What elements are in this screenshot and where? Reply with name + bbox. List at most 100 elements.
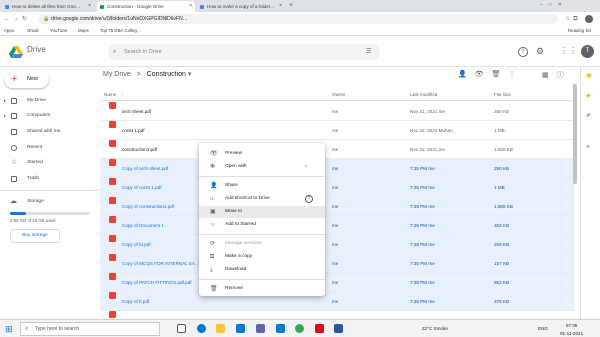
- close-tab-icon[interactable]: ×: [88, 1, 91, 12]
- file-row[interactable]: const 1.pdf me Nov 22, 2021 Mohan 1 MB: [100, 121, 574, 140]
- settings-gear-icon[interactable]: ⚙: [536, 46, 544, 57]
- nav-arrows-icon[interactable]: ←→↻: [4, 14, 30, 24]
- pdf-file-icon: [109, 178, 116, 185]
- file-row[interactable]: Copy of arch sheet.pdf me 7:35 PM me 250 KB: [100, 159, 574, 178]
- col-modified[interactable]: Last modified: [410, 89, 437, 101]
- taskbar-search-input[interactable]: ⌕ Type here to search: [20, 322, 160, 336]
- menu-item-label: Add to Starred: [225, 222, 256, 227]
- col-name[interactable]: Name: [104, 89, 116, 101]
- close-tab-icon[interactable]: ×: [189, 1, 192, 12]
- store-icon[interactable]: [236, 324, 245, 333]
- header-actions-icons[interactable]: 👤👁🗑⋮: [458, 70, 524, 78]
- weather-status[interactable]: 22°C Smoke: [422, 320, 448, 337]
- task-view-icon[interactable]: [177, 324, 186, 333]
- netflix-icon[interactable]: [315, 324, 324, 333]
- sidebar-item-shared[interactable]: Shared with me: [0, 126, 100, 138]
- browser-tab-3[interactable]: How to make a copy of a folder… ×: [197, 1, 285, 12]
- sidebar-item-computers[interactable]: ▸ Computers: [0, 110, 100, 122]
- windows-start-icon[interactable]: ⊞: [5, 324, 13, 334]
- keep-icon[interactable]: ◆: [586, 92, 591, 99]
- file-row[interactable]: construction1.pdf me Nov 21, 2021 me 1,665 …: [100, 140, 574, 159]
- menu-item-share[interactable]: 👤 Share: [199, 180, 325, 192]
- help-icon[interactable]: ?: [305, 195, 313, 203]
- sidebar-item-starred[interactable]: ☆ Starred: [0, 157, 100, 169]
- bookmark-top75[interactable]: Top 75 DBA Colleg…: [100, 26, 141, 36]
- file-size: 1,665 KB: [494, 204, 513, 209]
- menu-item-label: Share: [225, 183, 238, 188]
- bookmark-youtube[interactable]: YouTube: [50, 26, 67, 36]
- file-size: 1 MB: [494, 128, 505, 133]
- browser-tab-1[interactable]: How to delete all files from Goo… ×: [2, 1, 94, 12]
- file-row[interactable]: Copy of fd.pdf me 7:35 PM me 269 KB: [100, 235, 574, 254]
- browser-actions-icon[interactable]: ☆⧉: [565, 14, 581, 24]
- sidebar-label: Shared with me: [27, 129, 61, 134]
- sort-arrow-icon[interactable]: ↑: [121, 89, 123, 101]
- menu-item-label: Open with: [225, 164, 247, 169]
- browser-tab-2[interactable]: Construction - Google Drive ×: [97, 1, 195, 12]
- calendar-icon[interactable]: ▣: [586, 72, 592, 79]
- new-button[interactable]: + New: [4, 70, 49, 88]
- file-row[interactable]: arch sheet.pdf me Nov 21, 2021 me 250 KB: [100, 102, 574, 121]
- profile-avatar[interactable]: [585, 15, 593, 23]
- apps-grid-icon[interactable]: ⋮⋮: [560, 46, 578, 55]
- bookmark-gmail[interactable]: Gmail: [27, 26, 38, 36]
- menu-item-move-to[interactable]: ▣ Move to: [199, 206, 325, 218]
- chrome-icon[interactable]: [295, 324, 304, 333]
- pdf-file-icon: [109, 140, 116, 147]
- scrollbar-thumb[interactable]: [573, 84, 577, 184]
- expand-arrow-icon[interactable]: ▸: [4, 95, 6, 107]
- col-owner[interactable]: Owner: [332, 89, 346, 101]
- help-icon[interactable]: ?: [518, 47, 528, 57]
- teams-icon[interactable]: [256, 324, 265, 333]
- reading-list[interactable]: Reading list: [568, 26, 591, 36]
- file-owner: me: [332, 204, 339, 209]
- menu-item-make-a-copy[interactable]: ⧉ Make a copy: [199, 251, 325, 263]
- new-button-label: New: [27, 76, 39, 82]
- breadcrumb-caret-icon[interactable]: ▾: [188, 71, 192, 78]
- bookmark-maps[interactable]: Maps: [78, 26, 89, 36]
- sidebar-item-recent[interactable]: Recent: [0, 142, 100, 154]
- menu-item-download[interactable]: ⤓ Download: [199, 264, 325, 276]
- file-row[interactable]: Copy of PATCH FITTINGS.pdf.pdf me 7:35 PM …: [100, 273, 574, 292]
- new-tab-icon[interactable]: +: [289, 0, 293, 11]
- file-row[interactable]: Copy of const 1.pdf me 7:35 PM me 1 MB: [100, 178, 574, 197]
- buy-storage-button[interactable]: Buy storage: [10, 229, 60, 243]
- menu-item-remove[interactable]: 🗑 Remove: [199, 283, 325, 295]
- mail-icon[interactable]: [276, 324, 285, 333]
- file-explorer-icon[interactable]: [216, 324, 225, 333]
- drive-search-input[interactable]: ⌕ Search in Drive ☰: [108, 44, 380, 60]
- account-avatar[interactable]: T: [581, 45, 594, 58]
- close-tab-icon[interactable]: ×: [279, 1, 282, 12]
- sidebar-item-storage[interactable]: ☁ Storage: [0, 196, 100, 208]
- col-size[interactable]: File size: [494, 89, 511, 101]
- expand-arrow-icon[interactable]: ▸: [4, 110, 6, 122]
- date-text: 01-11-2021: [560, 331, 584, 336]
- word-icon[interactable]: [334, 324, 343, 333]
- search-options-icon[interactable]: ☰: [366, 44, 371, 60]
- sidebar-item-my-drive[interactable]: ▸ My Drive: [0, 95, 100, 107]
- menu-item-add-shortcut-to-drive[interactable]: ⤷ Add shortcut to Drive?: [199, 193, 325, 205]
- menu-item-add-to-starred[interactable]: ☆ Add to Starred: [199, 219, 325, 231]
- bookmarks-bar: Apps Gmail YouTube Maps Top 75 DBA Colle…: [0, 26, 600, 36]
- breadcrumb-current[interactable]: Construction: [147, 71, 186, 78]
- menu-item-preview[interactable]: 👁 Preview: [199, 148, 325, 160]
- menu-item-open-with[interactable]: ✥ Open with ›: [199, 161, 325, 173]
- sidebar-label: Computers: [27, 113, 51, 118]
- breadcrumb-root[interactable]: My Drive: [103, 71, 131, 78]
- view-toggle-icons[interactable]: ▦ⓘ: [542, 70, 572, 80]
- share-icon: 👤: [210, 183, 218, 189]
- bookmark-apps[interactable]: Apps: [4, 26, 14, 36]
- file-row[interactable]: Copy of MCQS FOR INTERNAL EX… me 7:35 PM m…: [100, 254, 574, 273]
- sidebar-item-trash[interactable]: Trash: [0, 173, 100, 185]
- window-controls[interactable]: –□✕: [540, 0, 568, 11]
- url-bar[interactable]: 🔒 drive.google.com/drive/u/0/folders/1uN…: [38, 14, 558, 24]
- clock[interactable]: 07:35 01-11-2021: [560, 322, 583, 337]
- language-indicator[interactable]: ENG: [538, 320, 548, 337]
- file-row[interactable]: Copy of ft.pdf me 7:35 PM me 378 KB: [100, 292, 574, 311]
- file-row[interactable]: Copy of Document 1 me 7:35 PM me 363 KB: [100, 216, 574, 235]
- drive-logo-icon: [9, 45, 23, 58]
- file-row[interactable]: Copy of construction1.pdf me 7:35 PM me 1,6…: [100, 197, 574, 216]
- edge-icon[interactable]: [197, 324, 206, 333]
- get-addons-icon[interactable]: +: [586, 144, 590, 151]
- tasks-icon[interactable]: ✔: [586, 112, 591, 119]
